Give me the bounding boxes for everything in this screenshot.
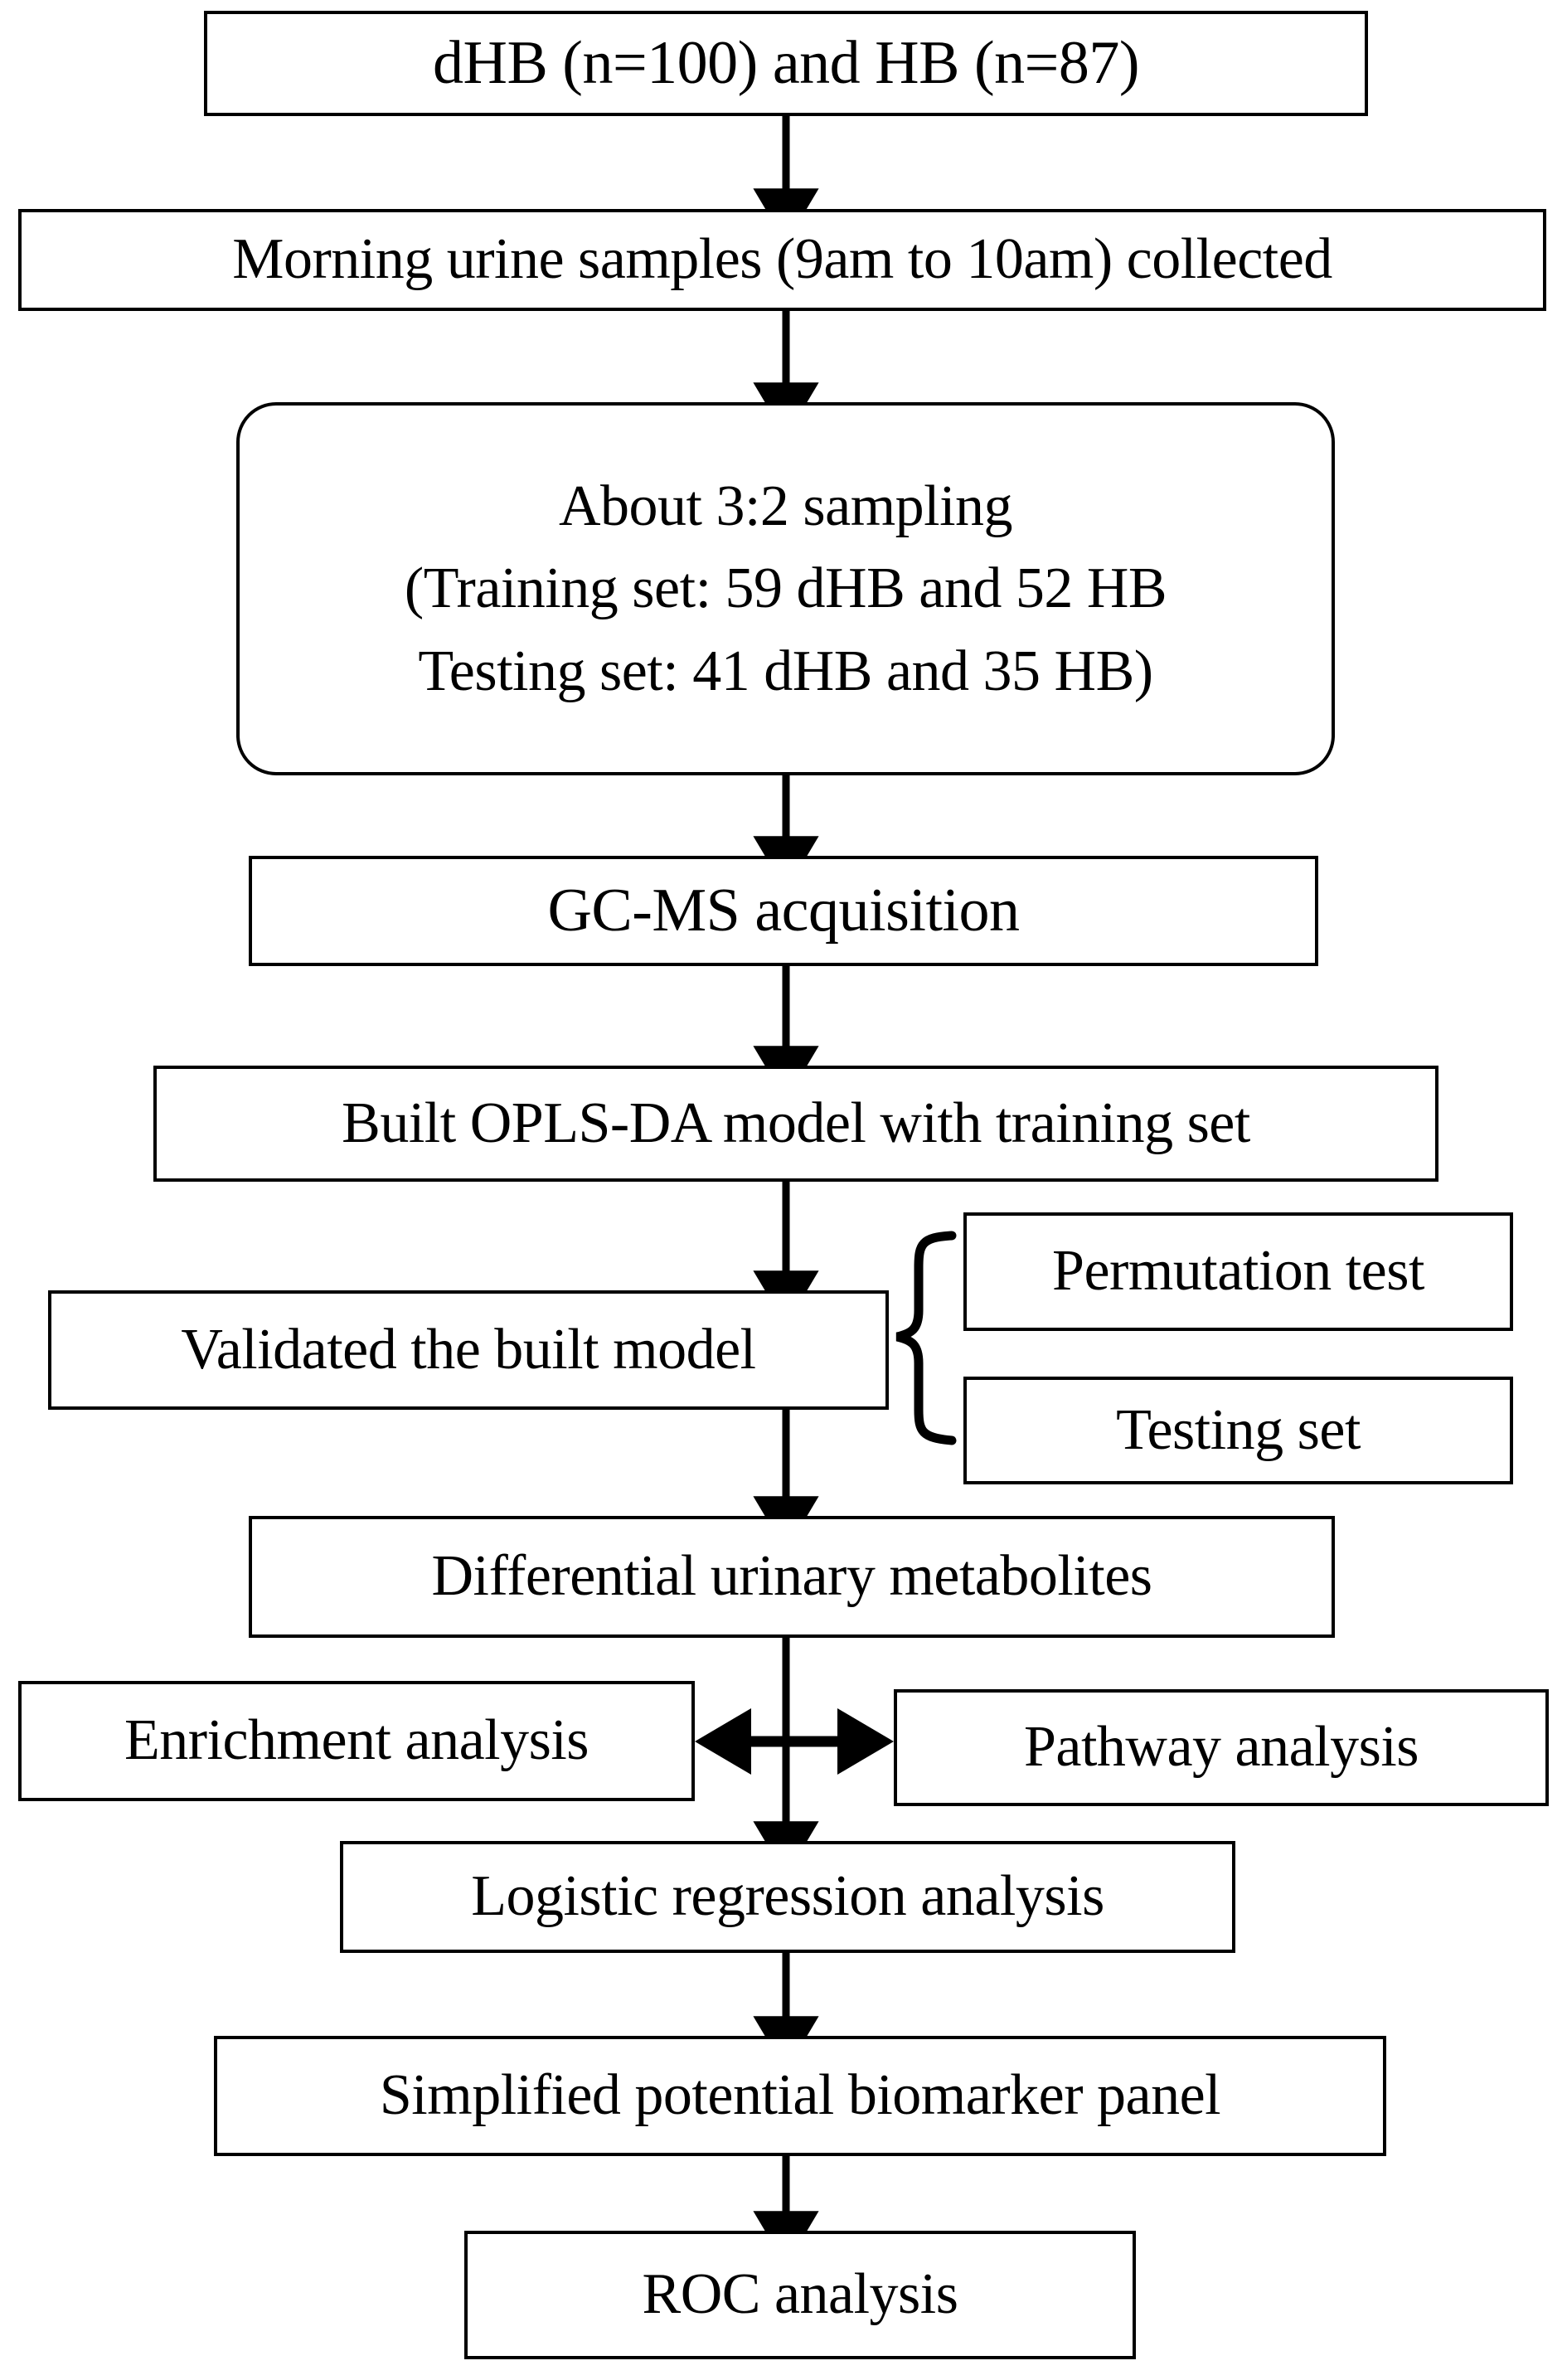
node-sampling[interactable]: About 3:2 sampling (Training set: 59 dHB… [236, 402, 1335, 775]
node-permutation-test-label: Permutation test [1052, 1239, 1424, 1304]
node-validation[interactable]: Validated the built model [48, 1290, 889, 1410]
connector-overlay-layer [695, 1708, 894, 1775]
node-model[interactable]: Built OPLS-DA model with training set [153, 1066, 1438, 1182]
connector-layer [753, 116, 957, 2266]
node-testing-set-label: Testing set [1116, 1397, 1361, 1462]
node-metabolites-label: Differential urinary metabolites [431, 1544, 1152, 1609]
node-roc-analysis[interactable]: ROC analysis [464, 2231, 1136, 2359]
node-roc-analysis-label: ROC analysis [642, 2262, 958, 2327]
connector-enrichment-pathway [695, 1708, 894, 1775]
node-sampling-line-3: Testing set: 41 dHB and 35 HB) [418, 639, 1153, 703]
node-biomarker-panel[interactable]: Simplified potential biomarker panel [214, 2036, 1386, 2156]
node-logistic-regression[interactable]: Logistic regression analysis [340, 1841, 1235, 1953]
node-collection-label: Morning urine samples (9am to 10am) coll… [232, 227, 1332, 292]
node-pathway-analysis-label: Pathway analysis [1023, 1715, 1419, 1780]
node-sampling-line-2: (Training set: 59 dHB and 52 HB [404, 556, 1167, 621]
node-testing-set[interactable]: Testing set [963, 1377, 1513, 1484]
node-cohort[interactable]: dHB (n=100) and HB (n=87) [204, 11, 1368, 116]
node-permutation-test[interactable]: Permutation test [963, 1212, 1513, 1331]
node-sampling-line-1: About 3:2 sampling [558, 474, 1013, 538]
connector-validation-brace [895, 1231, 957, 1445]
node-acquisition-label: GC-MS acquisition [547, 877, 1020, 945]
node-acquisition[interactable]: GC-MS acquisition [249, 856, 1318, 966]
flowchart-canvas: dHB (n=100) and HB (n=87) Morning urine … [0, 0, 1567, 2380]
node-biomarker-panel-label: Simplified potential biomarker panel [379, 2063, 1221, 2128]
node-cohort-label: dHB (n=100) and HB (n=87) [433, 29, 1139, 98]
node-model-label: Built OPLS-DA model with training set [342, 1090, 1250, 1155]
node-validation-label: Validated the built model [181, 1317, 756, 1382]
node-enrichment-analysis-label: Enrichment analysis [124, 1708, 589, 1773]
node-pathway-analysis[interactable]: Pathway analysis [894, 1689, 1549, 1806]
node-collection[interactable]: Morning urine samples (9am to 10am) coll… [18, 209, 1546, 311]
node-enrichment-analysis[interactable]: Enrichment analysis [18, 1681, 695, 1801]
node-metabolites[interactable]: Differential urinary metabolites [249, 1516, 1335, 1638]
node-logistic-regression-label: Logistic regression analysis [471, 1864, 1104, 1929]
